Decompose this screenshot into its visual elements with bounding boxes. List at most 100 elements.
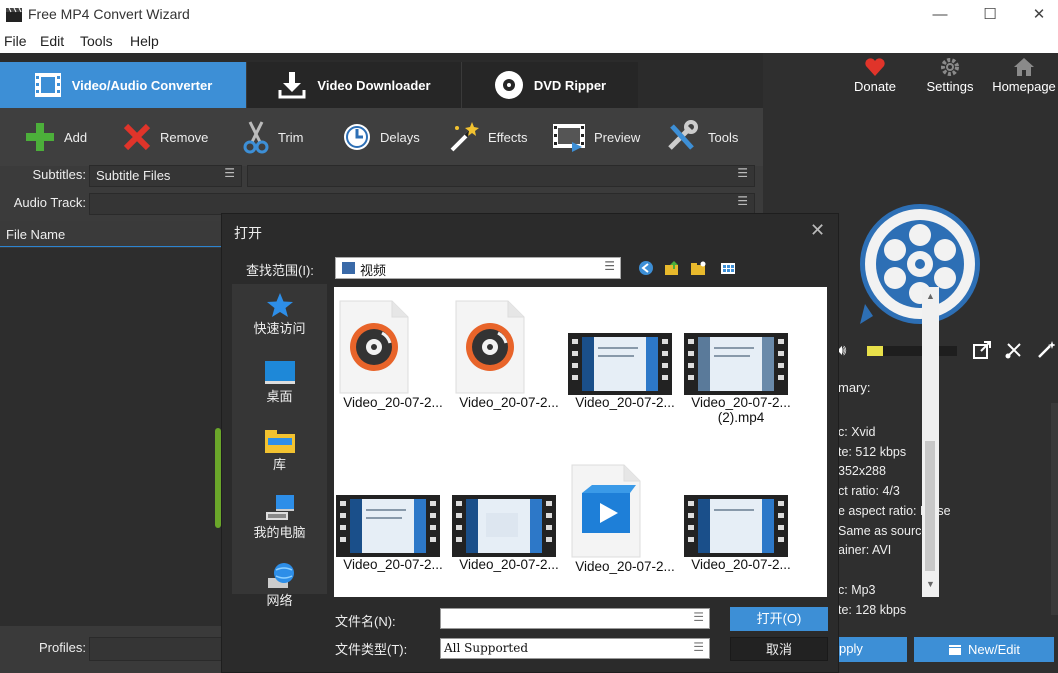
tab-video-audio-converter[interactable]: Video/Audio Converter	[0, 62, 246, 108]
volume-slider[interactable]	[867, 346, 957, 356]
file-item[interactable]: Video_20-07-2...	[568, 463, 682, 574]
menu-file[interactable]: File	[4, 33, 27, 49]
file-item[interactable]: Video_20-07-2...	[336, 299, 450, 410]
open-button[interactable]: 打开(O)	[730, 607, 828, 631]
file-name: Video_20-07-2...	[575, 559, 675, 574]
filmstrip-icon	[552, 122, 586, 152]
settings-button[interactable]: Settings	[915, 57, 985, 94]
file-name: Video_20-07-2...	[691, 395, 791, 410]
file-item[interactable]: Video_20-07-2...	[568, 299, 682, 410]
music-file-icon	[452, 299, 566, 395]
scroll-thumb[interactable]	[925, 441, 935, 571]
subtitles-value: Subtitle Files	[96, 168, 171, 183]
place-library[interactable]: 库	[232, 428, 327, 473]
settings-label: Settings	[926, 79, 974, 94]
place-network[interactable]: 网络	[232, 562, 327, 609]
dialog-title: 打开	[234, 225, 262, 241]
effects-label: Effects	[488, 129, 528, 145]
audio-track-select[interactable]: ☰	[89, 193, 755, 215]
remove-button[interactable]: Remove	[122, 120, 208, 154]
heart-icon	[840, 57, 910, 77]
file-list[interactable]	[0, 248, 222, 626]
magic-wand-icon	[448, 120, 480, 154]
place-quick-access[interactable]: 快速访问	[232, 292, 327, 337]
place-label: 我的电脑	[253, 525, 306, 540]
menu-tools[interactable]: Tools	[80, 33, 113, 49]
external-open-icon[interactable]	[973, 341, 991, 359]
file-name: Video_20-07-2...	[691, 557, 791, 572]
place-desktop[interactable]: 桌面	[232, 360, 327, 405]
file-item[interactable]: Video_20-07-2...	[684, 495, 798, 572]
dialog-close-icon[interactable]: ✕	[810, 220, 825, 241]
trim-button[interactable]: Trim	[242, 120, 304, 154]
video-thumbnail-icon	[684, 299, 798, 395]
video-thumbnail-icon	[684, 495, 798, 557]
add-button[interactable]: Add	[24, 120, 87, 154]
video-thumbnail-icon	[452, 495, 566, 557]
info-line: ct ratio: 4/3	[838, 484, 900, 498]
wand-icon[interactable]	[1037, 341, 1055, 359]
effects-button[interactable]: Effects	[448, 120, 528, 154]
delays-button[interactable]: Delays	[342, 120, 420, 154]
file-list-header[interactable]: File Name	[0, 221, 222, 247]
dropdown-icon: ☰	[737, 166, 748, 180]
dropdown-icon: ☰	[224, 166, 235, 180]
new-edit-button[interactable]: New/Edit	[914, 637, 1054, 662]
back-icon[interactable]	[638, 260, 654, 276]
menu-help[interactable]: Help	[130, 33, 159, 49]
minimize-button[interactable]: —	[917, 0, 963, 30]
dropdown-icon: ☰	[604, 259, 615, 273]
filetype-select[interactable]: All Supported ☰	[440, 638, 710, 659]
homepage-button[interactable]: Homepage	[989, 57, 1058, 94]
subtitle-track-select[interactable]: ☰	[247, 165, 755, 187]
open-file-dialog: 打开 ✕ 查找范围(I): 视频 ☰ 快速访问 桌面 库 我的电脑 网络 Vid…	[221, 213, 939, 673]
new-folder-icon[interactable]	[690, 260, 706, 276]
look-in-select[interactable]: 视频 ☰	[335, 257, 621, 279]
filename-input[interactable]: ☰	[440, 608, 710, 629]
file-item[interactable]: Video_20-07-2...	[452, 495, 566, 572]
donate-button[interactable]: Donate	[840, 57, 910, 94]
cut-icon[interactable]	[1005, 341, 1023, 359]
dropdown-icon: ☰	[693, 610, 704, 624]
file-pane-scrollbar[interactable]: ▲ ▼	[922, 287, 939, 597]
library-folder-icon	[232, 428, 327, 454]
maximize-button[interactable]: ☐	[967, 0, 1013, 30]
apply-button[interactable]: pply	[837, 637, 907, 662]
homepage-label: Homepage	[992, 79, 1056, 94]
music-file-icon	[336, 299, 450, 395]
info-line: te: 512 kbps	[838, 445, 907, 459]
audio-track-label: Audio Track:	[13, 195, 86, 210]
view-menu-icon[interactable]	[720, 260, 736, 276]
info-line: te: 128 kbps	[838, 603, 907, 617]
home-icon	[989, 57, 1058, 77]
volume-fill	[867, 346, 883, 356]
menu-edit[interactable]: Edit	[40, 33, 64, 49]
tools-label: Tools	[708, 129, 739, 145]
toolbar: Add Remove Trim Delays Effects Preview T…	[0, 108, 763, 166]
scroll-up-icon[interactable]: ▲	[926, 291, 935, 301]
place-my-computer[interactable]: 我的电脑	[232, 494, 327, 541]
file-item[interactable]: Video_20-07-2...	[336, 495, 450, 572]
up-folder-icon[interactable]	[664, 260, 680, 276]
tab-label: Video/Audio Converter	[71, 77, 213, 93]
file-name: Video_20-07-2...	[459, 557, 559, 572]
media-player-file-icon	[568, 463, 682, 559]
star-icon	[232, 292, 327, 318]
preview-button[interactable]: Preview	[552, 120, 640, 154]
file-name: Video_20-07-2...	[575, 395, 675, 410]
summary-scrollbar[interactable]	[1051, 403, 1058, 615]
profiles-select[interactable]	[89, 637, 224, 661]
scroll-down-icon[interactable]: ▼	[926, 579, 935, 589]
tools-button[interactable]: Tools	[664, 120, 738, 154]
close-button[interactable]: ✕	[1016, 0, 1058, 30]
summary-title: mary:	[838, 380, 871, 395]
tab-dvd-ripper[interactable]: DVD Ripper	[461, 62, 638, 108]
filename-label: 文件名(N):	[335, 614, 396, 629]
file-item[interactable]: Video_20-07-2... (2).mp4	[684, 299, 798, 425]
dropdown-icon: ☰	[737, 194, 748, 208]
subtitles-select[interactable]: Subtitle Files ☰	[89, 165, 242, 187]
cancel-button[interactable]: 取消	[730, 637, 828, 661]
video-thumbnail-icon	[336, 495, 450, 557]
tab-video-downloader[interactable]: Video Downloader	[246, 62, 461, 108]
file-item[interactable]: Video_20-07-2...	[452, 299, 566, 410]
